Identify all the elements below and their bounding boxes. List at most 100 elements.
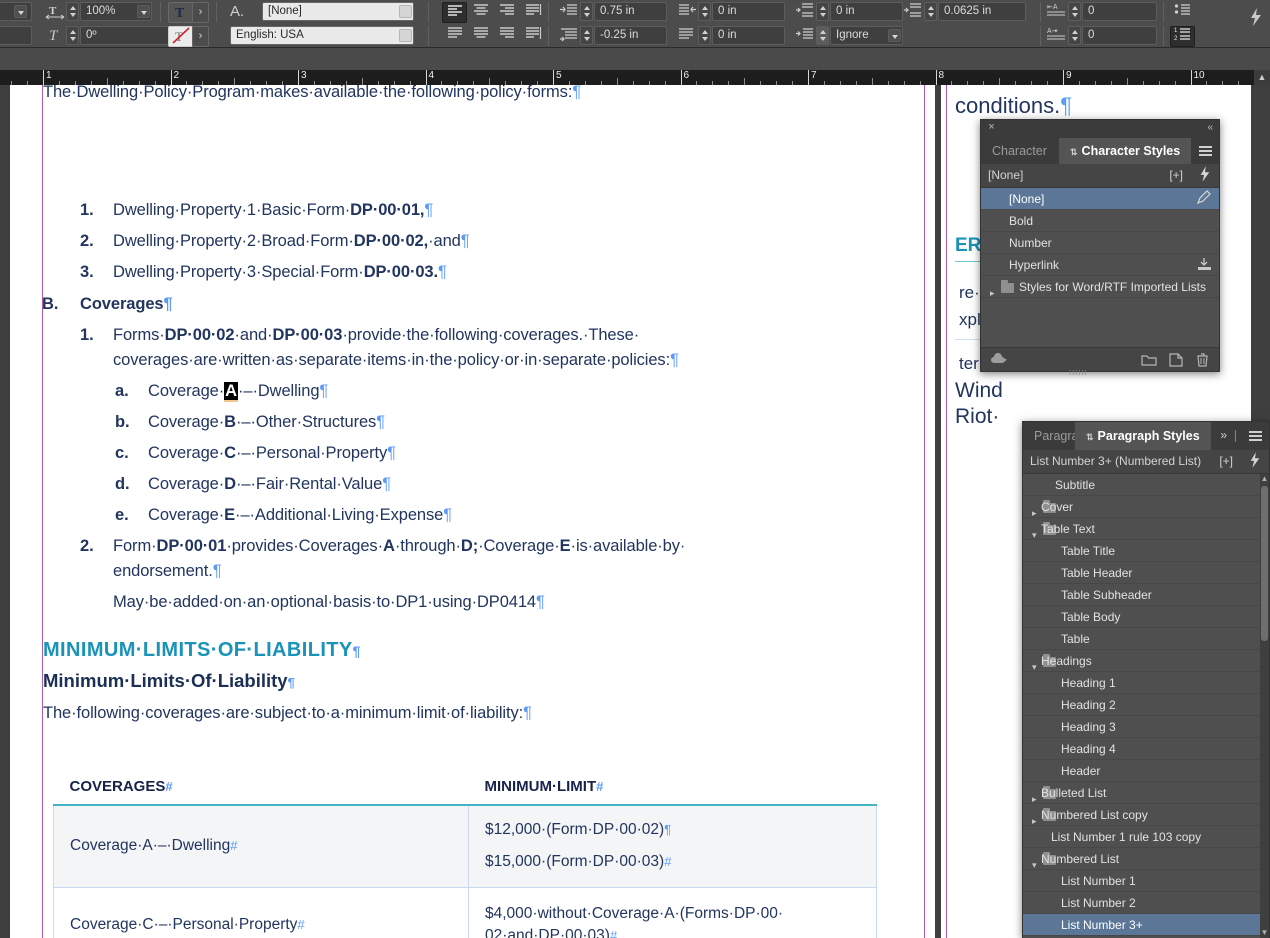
panel-resize-grip[interactable]: |||||| [1069,369,1105,375]
paragraph-style-item[interactable]: Table Header [1023,562,1269,584]
scrollbar-thumb[interactable] [1261,486,1268,641]
scale-spinner[interactable] [66,2,79,21]
character-options-arrow[interactable]: › [192,2,209,23]
right-indent-spinner[interactable] [698,2,711,21]
paragraph-style-item[interactable]: ▸ Bulleted List [1023,782,1269,804]
tab-paragraph[interactable]: Paragra [1023,422,1075,450]
paragraph-style-item[interactable]: List Number 2 [1023,892,1269,914]
bulleted-list-button[interactable] [1170,2,1195,23]
chevron-right-icon[interactable]: ▸ [990,282,995,297]
paragraph-styles-list[interactable]: Subtitle ▸ Cover ▾ Table Text Table Title Tabl… [1023,474,1269,938]
last-line-indent-spinner[interactable] [698,26,711,45]
paragraph-style-item[interactable]: Heading 1 [1023,672,1269,694]
paragraph-style-item[interactable]: List Number 3+ [1023,914,1269,936]
selected-character[interactable]: A [224,382,238,400]
tab-paragraph-styles[interactable]: ⇅ Paragraph Styles [1075,422,1211,450]
lightning-bolt-icon[interactable] [1249,452,1261,473]
drop-cap-lines-spinner[interactable] [1068,2,1081,21]
language-caret-icon[interactable] [399,29,412,42]
tab-character-styles[interactable]: ⇅ Character Styles [1059,138,1192,164]
left-indent-spinner[interactable] [580,2,593,21]
paragraph-styles-panel[interactable]: Paragra ⇅ Paragraph Styles » | List Numbe… [1022,421,1270,938]
paragraph-style-item[interactable]: Heading 2 [1023,694,1269,716]
character-styles-list[interactable]: [None] Bold Number Hyperlink ▸ Styles fo… [981,188,1219,350]
paragraph-list-scrollbar[interactable]: ▲ ▼ [1260,474,1269,938]
paragraph-options-arrow[interactable]: › [192,26,209,47]
character-styles-panel[interactable]: × « Character ⇅ Character Styles [None] [… [980,119,1220,375]
justify-left-button[interactable] [442,26,467,47]
character-style-field[interactable]: [None] [262,2,414,21]
scroll-up-icon[interactable]: ▲ [1260,474,1269,485]
first-line-indent-field[interactable]: -0.25 in [594,26,667,45]
character-style-item-hyperlink[interactable]: Hyperlink [981,254,1219,276]
ruler-scroll-up-icon[interactable]: ▲ [1254,70,1270,85]
chevron-down-icon[interactable]: ▾ [1032,656,1037,671]
paragraph-style-item[interactable]: Table Body [1023,606,1269,628]
justify-right-button[interactable] [494,26,519,47]
paragraph-style-item[interactable]: Heading 3 [1023,716,1269,738]
language-field[interactable]: English: USA [230,26,414,45]
align-right-button[interactable] [494,2,519,23]
no-character-style-icon[interactable]: T [168,26,193,47]
paragraph-style-item[interactable]: List Number 1 [1023,870,1269,892]
new-group-icon[interactable] [1141,353,1157,371]
panel-menu-icon[interactable] [1199,146,1212,156]
horizontal-ruler[interactable]: 1 2 3 4 5 6 7 8 9 10 [0,70,1270,85]
paragraph-style-item[interactable]: Header [1023,760,1269,782]
scroll-down-icon[interactable]: ▼ [1260,928,1269,938]
paragraph-style-item[interactable]: ▸ Cover [1023,496,1269,518]
new-style-icon[interactable] [1169,353,1183,372]
close-icon[interactable]: × [986,122,997,133]
chevron-double-right-icon[interactable]: » [1220,428,1227,442]
paragraph-style-item[interactable]: Table Subheader [1023,584,1269,606]
cloud-icon[interactable] [989,353,1009,371]
tracking-field[interactable] [0,26,32,45]
space-before-spinner[interactable] [816,2,829,21]
chevron-right-icon[interactable]: ▸ [1032,502,1037,517]
justify-last-left-button[interactable] [520,2,545,23]
left-indent-field[interactable]: 0.75 in [594,2,667,21]
chevron-right-icon[interactable]: ▸ [1032,788,1037,803]
new-style-icon[interactable]: [+] [1219,454,1233,468]
edit-pencil-icon[interactable] [1196,189,1211,209]
delete-icon[interactable] [1196,353,1209,372]
paragraph-style-item[interactable]: ▸ Numbered List copy [1023,804,1269,826]
drop-cap-chars-field[interactable]: 0 [1082,26,1157,45]
all-caps-icon[interactable]: T [168,2,193,23]
lightning-bolt-icon[interactable] [1199,166,1211,187]
character-panel-titlebar[interactable]: × « [981,120,1219,138]
paragraph-style-item[interactable]: ▾ Headings [1023,650,1269,672]
last-line-indent-field[interactable]: 0 in [712,26,785,45]
space-after-field[interactable]: 0.0625 in [938,2,1026,21]
paragraph-style-item[interactable]: Heading 4 [1023,738,1269,760]
character-style-item-bold[interactable]: Bold [981,210,1219,232]
table-cell-coverage[interactable]: Coverage·C·–·Personal·Property# [53,886,469,938]
coverages-table[interactable]: COVERAGES# MINIMUM·LIMIT# Coverage·A·–·D… [53,753,877,938]
space-before-field[interactable]: 0 in [830,2,903,21]
table-cell-limit[interactable]: $12,000·(Form·DP·00·02)¶ $15,000·(Form·D… [468,804,877,888]
scale-x-caret-icon[interactable] [14,5,27,18]
new-style-icon[interactable]: [+] [1169,168,1183,182]
align-grid-caret-icon[interactable] [888,29,901,42]
align-center-button[interactable] [468,2,493,23]
drop-cap-lines-field[interactable]: 0 [1082,2,1157,21]
right-indent-field[interactable]: 0 in [712,2,785,21]
paragraph-style-item[interactable]: Table Title [1023,540,1269,562]
paragraph-style-item[interactable]: ▾ Table Text [1023,518,1269,540]
quick-apply-lightning-icon[interactable] [1243,8,1268,29]
numbered-list-button[interactable]: 12 [1170,26,1195,47]
paragraph-style-item[interactable]: List Number 1 rule 103 copy [1023,826,1269,848]
paragraph-style-item[interactable]: Subtitle [1023,474,1269,496]
document-page-1[interactable]: The·Dwelling·Policy·Program·makes·availa… [10,85,935,938]
character-style-item-none[interactable]: [None] [981,188,1219,210]
load-styles-icon[interactable] [1197,257,1212,275]
justify-all-button[interactable] [520,26,545,47]
drop-cap-chars-spinner[interactable] [1068,26,1081,45]
space-after-spinner[interactable] [924,2,937,21]
table-row[interactable]: Coverage·C·–·Personal·Property# $4,000·w… [53,886,877,938]
chevron-down-icon[interactable]: ▾ [1032,524,1037,539]
character-style-item-number[interactable]: Number [981,232,1219,254]
skew-field[interactable]: 0º [80,26,170,45]
paragraph-style-item[interactable]: Table [1023,628,1269,650]
panel-menu-icon[interactable] [1249,431,1262,441]
